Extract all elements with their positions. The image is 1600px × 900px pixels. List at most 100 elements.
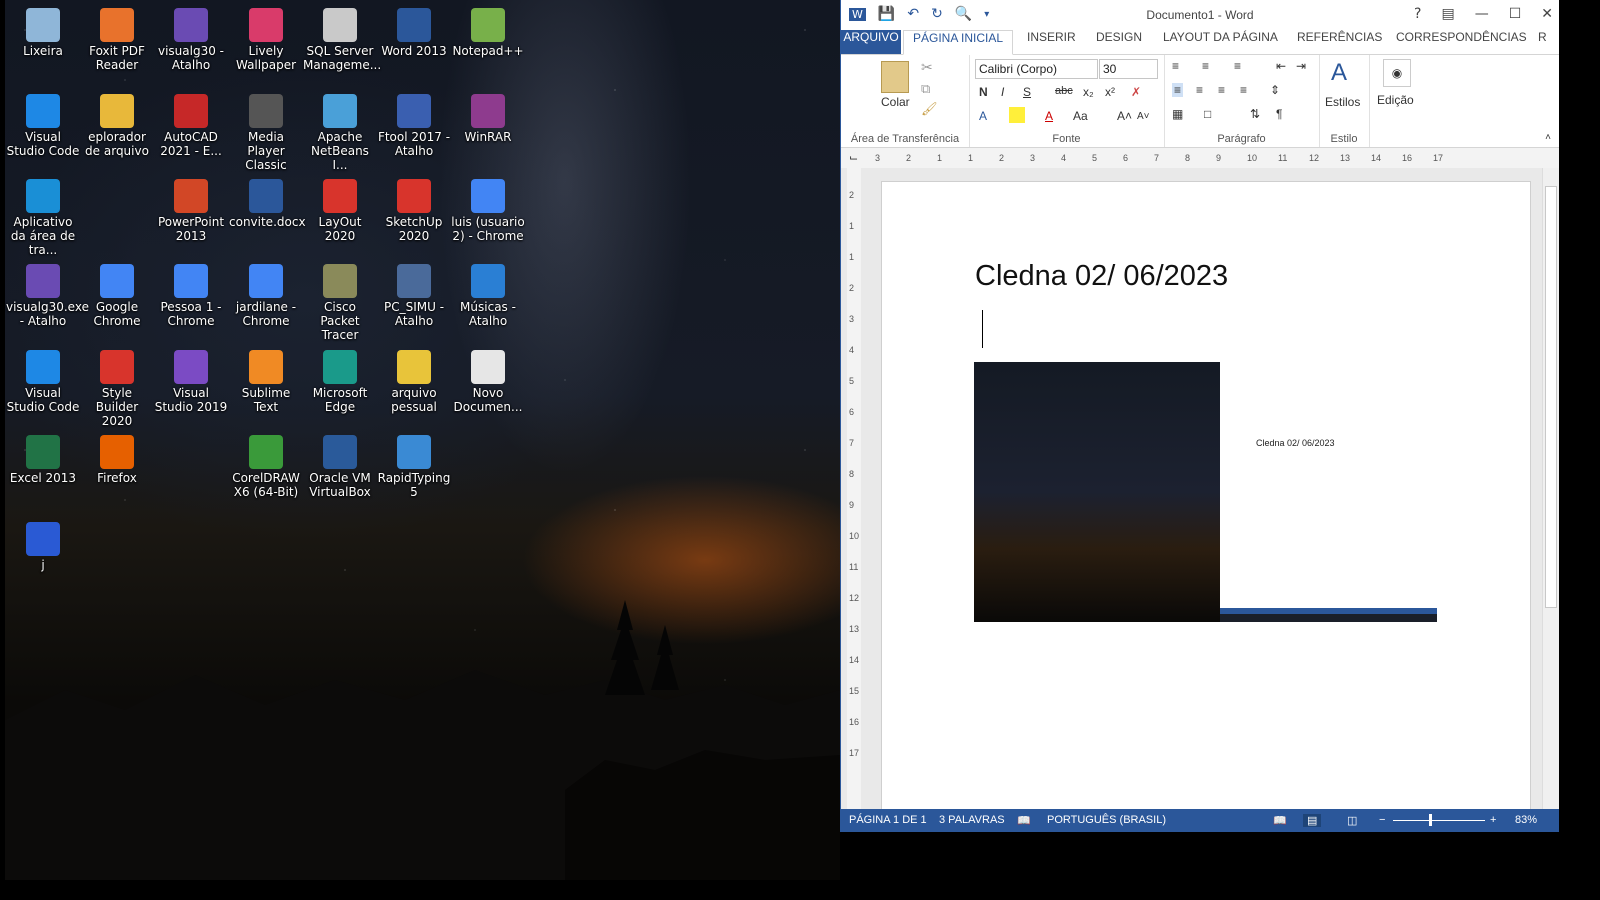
maximize-button[interactable]: ☐ [1509, 6, 1522, 22]
justify-icon[interactable]: ≡ [1240, 83, 1247, 97]
tab-inserir[interactable]: INSERIR [1027, 30, 1076, 54]
document-heading[interactable]: Cledna 02/ 06/2023 [975, 260, 1228, 293]
embedded-screenshot-image[interactable]: Cledna 02/ 06/2023 [974, 362, 1437, 622]
desktop-icon[interactable]: PowerPoint 2013 [154, 175, 228, 259]
desktop-icon[interactable]: j [6, 518, 80, 602]
superscript-button[interactable]: x² [1105, 85, 1115, 99]
desktop-icon[interactable]: Músicas - Atalho [451, 260, 525, 344]
copy-icon[interactable]: ⧉ [921, 81, 930, 97]
read-mode-icon[interactable]: 📖 [1273, 814, 1287, 827]
scrollbar-thumb[interactable] [1545, 186, 1557, 608]
desktop-icon[interactable]: Novo Documen... [451, 346, 525, 430]
zoom-out-button[interactable]: − [1379, 814, 1385, 826]
print-layout-icon[interactable]: ▤ [1303, 814, 1322, 827]
collapse-ribbon-icon[interactable]: ˄ [1545, 132, 1551, 143]
desktop-icon[interactable]: LayOut 2020 [303, 175, 377, 259]
zoom-in-button[interactable]: + [1490, 814, 1496, 826]
vertical-scrollbar[interactable] [1542, 168, 1559, 809]
desktop-icon[interactable]: Aplicativo da área de tra... [6, 175, 80, 259]
desktop-icon[interactable]: Media Player Classic [229, 90, 303, 174]
desktop-icon[interactable]: Visual Studio 2019 [154, 346, 228, 430]
desktop-icon[interactable]: Apache NetBeans I... [303, 90, 377, 174]
font-size-select[interactable]: 30 [1099, 59, 1158, 79]
desktop-icon[interactable]: Sublime Text [229, 346, 303, 430]
desktop-icon[interactable]: Google Chrome [80, 260, 154, 344]
desktop-icon[interactable]: SQL Server Manageme... [303, 4, 381, 88]
desktop-icon[interactable]: eplorador de arquivo [80, 90, 154, 174]
desktop-icon[interactable]: Firefox [80, 431, 154, 515]
tab-design[interactable]: DESIGN [1096, 30, 1142, 54]
sort-icon[interactable]: ⇅ [1250, 107, 1260, 121]
shrink-font-icon[interactable]: A˅ [1137, 111, 1150, 122]
desktop-icon[interactable]: visualg30 - Atalho [154, 4, 228, 88]
desktop-icon[interactable]: Word 2013 [377, 4, 451, 88]
bullets-icon[interactable]: ≡ [1172, 59, 1179, 73]
page-count[interactable]: PÁGINA 1 DE 1 [849, 814, 927, 826]
help-button[interactable]: ? [1414, 6, 1421, 22]
minimize-button[interactable]: — [1475, 6, 1489, 22]
align-right-icon[interactable]: ≡ [1218, 83, 1225, 97]
desktop-icon[interactable]: Notepad++ [451, 4, 525, 88]
align-center-icon[interactable]: ≡ [1196, 83, 1203, 97]
font-color-icon[interactable]: A [1045, 109, 1053, 123]
subscript-button[interactable]: x₂ [1083, 85, 1094, 99]
tab-referencias[interactable]: REFERÊNCIAS [1297, 30, 1382, 54]
shading-icon[interactable]: ▦ [1172, 107, 1183, 121]
tab-selector-icon[interactable]: ⌙ [849, 151, 858, 164]
numbering-icon[interactable]: ≡ [1202, 59, 1209, 73]
language-indicator[interactable]: PORTUGUÊS (BRASIL) [1047, 814, 1166, 826]
tab-revisao-partial[interactable]: R [1538, 30, 1547, 54]
zoom-slider[interactable] [1393, 820, 1485, 821]
decrease-indent-icon[interactable]: ⇤ [1276, 59, 1286, 73]
show-marks-icon[interactable]: ¶ [1276, 107, 1282, 121]
ribbon-options-icon[interactable]: ▤ [1441, 6, 1454, 22]
change-case-button[interactable]: Aa [1073, 109, 1088, 123]
grow-font-icon[interactable]: A˄ [1117, 109, 1132, 123]
desktop-icon[interactable]: convite.docx [229, 175, 306, 259]
find-binoculars-icon[interactable]: ◉ [1383, 59, 1411, 87]
paste-icon[interactable] [881, 61, 909, 93]
bold-button[interactable]: N [979, 85, 988, 99]
zoom-level[interactable]: 83% [1515, 814, 1537, 826]
font-name-select[interactable]: Calibri (Corpo) [975, 59, 1098, 79]
zoom-slider-thumb[interactable] [1429, 814, 1432, 826]
styles-icon[interactable]: A [1331, 59, 1347, 87]
line-spacing-icon[interactable]: ⇕ [1270, 83, 1280, 97]
text-effects-icon[interactable]: A [979, 109, 987, 123]
tab-pagina-inicial[interactable]: PÁGINA INICIAL [903, 30, 1013, 55]
desktop-icon[interactable]: Ftool 2017 - Atalho [377, 90, 451, 174]
desktop-icon[interactable]: Cisco Packet Tracer [303, 260, 377, 344]
desktop-icon[interactable]: Lixeira [6, 4, 80, 88]
increase-indent-icon[interactable]: ⇥ [1296, 59, 1306, 73]
desktop-icon[interactable]: Lively Wallpaper [229, 4, 303, 88]
desktop-icon[interactable]: Style Builder 2020 [80, 346, 154, 430]
desktop-icon[interactable]: PC_SIMU - Atalho [377, 260, 451, 344]
desktop-icon[interactable]: visualg30.exe - Atalho [6, 260, 89, 344]
clear-formatting-icon[interactable]: ✗ [1131, 85, 1141, 99]
desktop-icon[interactable]: Oracle VM VirtualBox [303, 431, 377, 515]
paste-button[interactable]: Colar [881, 95, 910, 109]
proofing-icon[interactable]: 📖 [1017, 814, 1031, 827]
desktop-icon[interactable]: Pessoa 1 - Chrome [154, 260, 228, 344]
word-count[interactable]: 3 PALAVRAS [939, 814, 1005, 826]
multilevel-list-icon[interactable]: ≡ [1234, 59, 1241, 73]
align-left-icon[interactable]: ≡ [1172, 83, 1184, 97]
desktop-icon[interactable]: AutoCAD 2021 - E... [154, 90, 228, 174]
desktop-icon[interactable]: Visual Studio Code [6, 90, 80, 174]
desktop-icon[interactable]: arquivo pessual [377, 346, 451, 430]
desktop-icon[interactable]: SketchUp 2020 [377, 175, 451, 259]
underline-button[interactable]: S [1023, 85, 1031, 99]
desktop-icon[interactable]: Microsoft Edge [303, 346, 377, 430]
highlight-icon[interactable] [1009, 107, 1025, 123]
editing-button[interactable]: Edição [1377, 93, 1414, 107]
desktop-icon[interactable]: Excel 2013 [6, 431, 80, 515]
borders-icon[interactable]: □ [1204, 107, 1211, 121]
desktop-icon[interactable]: Foxit PDF Reader [80, 4, 154, 88]
desktop-icon[interactable]: jardilane - Chrome [229, 260, 303, 344]
desktop-icon[interactable]: CorelDRAW X6 (64-Bit) [229, 431, 303, 515]
tab-arquivo[interactable]: ARQUIVO [841, 30, 901, 54]
document-page[interactable]: Cledna 02/ 06/2023 Cledna 02/ 06/2023 [881, 181, 1531, 809]
desktop-icon[interactable]: luis (usuario 2) - Chrome [451, 175, 525, 259]
cut-icon[interactable]: ✂ [921, 59, 933, 76]
desktop-icon[interactable]: RapidTyping 5 [377, 431, 451, 515]
